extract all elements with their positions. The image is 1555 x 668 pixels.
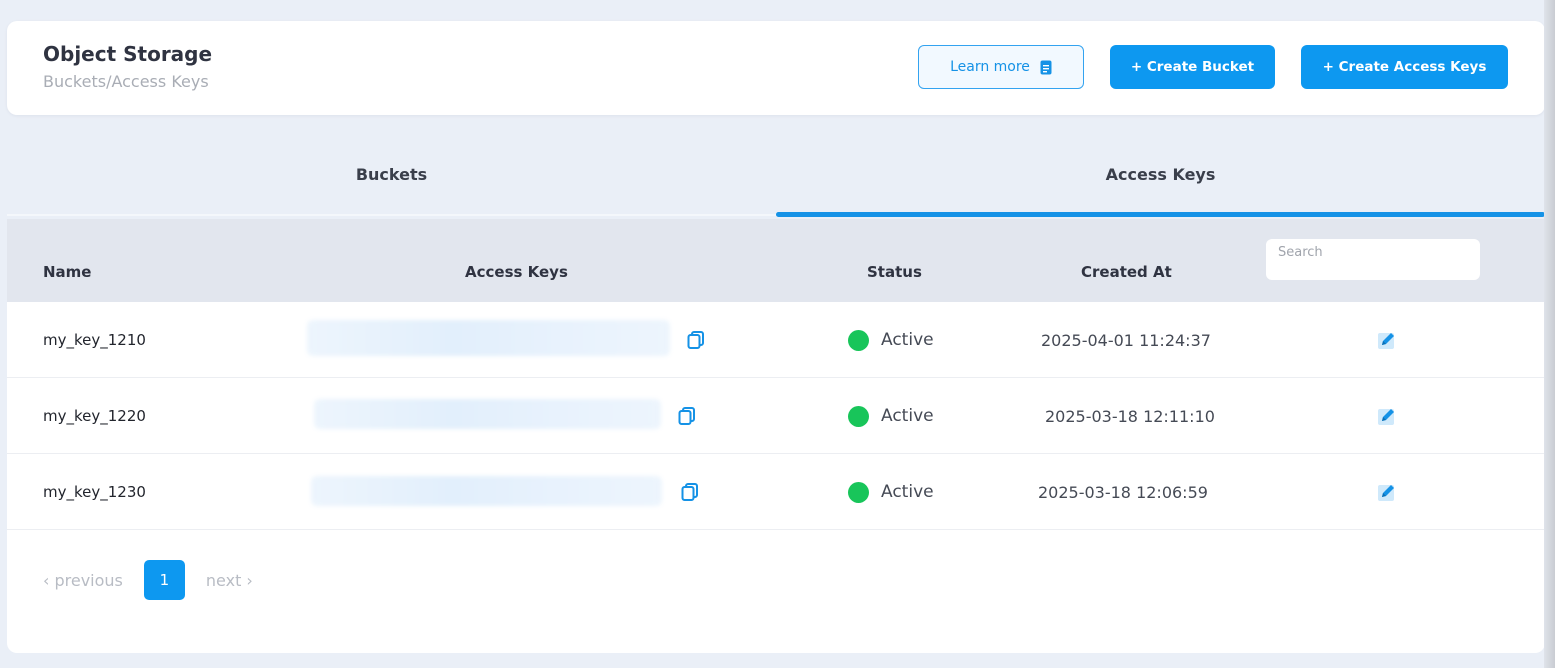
active-tab-indicator (776, 212, 1545, 217)
tab-bar: Buckets Access Keys (7, 140, 1545, 219)
status-badge: Active (848, 378, 934, 454)
edit-icon[interactable] (1377, 482, 1397, 506)
learn-more-label: Learn more (950, 59, 1030, 75)
pagination: ‹ previous 1 next › (43, 560, 253, 600)
table-row: my_key_1210 Active 2025-04-01 11:24:37 (7, 302, 1545, 378)
edit-icon[interactable] (1377, 406, 1397, 430)
search-input[interactable] (1266, 239, 1480, 280)
create-access-keys-button[interactable]: + Create Access Keys (1301, 45, 1508, 89)
table-row: my_key_1220 Active 2025-03-18 12:11:10 (7, 378, 1545, 454)
page: Object Storage Buckets/Access Keys Learn… (0, 0, 1555, 668)
column-header-name: Name (43, 263, 92, 281)
key-name: my_key_1210 (43, 331, 146, 349)
learn-more-button[interactable]: Learn more (918, 45, 1084, 89)
copy-icon[interactable] (680, 482, 700, 506)
document-icon (1040, 60, 1052, 75)
access-key-value-redacted (307, 320, 670, 356)
column-header-status: Status (867, 263, 922, 281)
status-label: Active (881, 482, 934, 502)
table-row: my_key_1230 Active 2025-03-18 12:06:59 (7, 454, 1545, 530)
header-card: Object Storage Buckets/Access Keys Learn… (7, 21, 1545, 115)
status-dot-icon (848, 329, 869, 351)
access-key-value-redacted (311, 476, 662, 506)
status-badge: Active (848, 302, 934, 378)
edit-icon[interactable] (1377, 330, 1397, 354)
next-page-link[interactable]: next › (206, 571, 253, 590)
tab-divider (7, 214, 776, 216)
tab-access-keys[interactable]: Access Keys (776, 140, 1545, 219)
created-at: 2025-03-18 12:06:59 (1038, 482, 1208, 502)
column-header-access-keys: Access Keys (465, 263, 568, 281)
page-title: Object Storage (43, 42, 213, 66)
status-label: Active (881, 406, 934, 426)
copy-icon[interactable] (686, 330, 706, 354)
status-label: Active (881, 330, 934, 350)
access-keys-panel: Buckets Access Keys Name Access Keys Sta… (7, 140, 1545, 653)
page-1-button[interactable]: 1 (143, 560, 185, 600)
access-key-value-redacted (314, 399, 661, 429)
created-at: 2025-04-01 11:24:37 (1041, 330, 1211, 350)
breadcrumb: Buckets/Access Keys (43, 72, 209, 91)
key-name: my_key_1230 (43, 483, 146, 501)
column-header-created-at: Created At (1081, 263, 1172, 281)
table-header: Name Access Keys Status Created At (7, 219, 1545, 302)
create-bucket-button[interactable]: + Create Bucket (1110, 45, 1275, 89)
scroll-edge (1544, 0, 1555, 668)
previous-page-link[interactable]: ‹ previous (43, 571, 123, 590)
copy-icon[interactable] (677, 406, 697, 430)
status-dot-icon (848, 481, 869, 503)
created-at: 2025-03-18 12:11:10 (1045, 406, 1215, 426)
tab-buckets[interactable]: Buckets (7, 140, 776, 219)
key-name: my_key_1220 (43, 407, 146, 425)
status-dot-icon (848, 405, 869, 427)
status-badge: Active (848, 454, 934, 530)
